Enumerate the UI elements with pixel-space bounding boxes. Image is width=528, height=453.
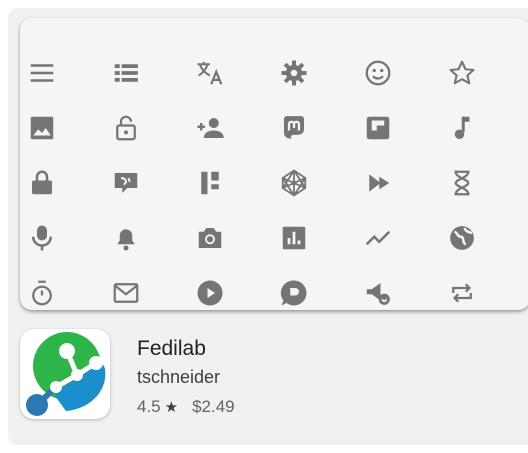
smiley-icon: [336, 45, 420, 100]
app-price: $2.49: [192, 397, 235, 416]
app-developer: tschneider: [137, 367, 221, 387]
app-rating: 4.5: [137, 397, 161, 416]
star-outline-icon: [420, 45, 504, 100]
megaphone-icon: [336, 265, 420, 310]
circle-icon: [504, 45, 528, 100]
bell-icon: [84, 210, 168, 265]
filter-icon: [504, 265, 528, 310]
chat-bubble-icon: [252, 265, 336, 310]
lock-icon: [20, 155, 84, 210]
flipboard-icon: [336, 100, 420, 155]
play-circle-icon: [168, 265, 252, 310]
pixelfed-icon: [168, 155, 252, 210]
app-name: Fedilab: [137, 337, 206, 360]
app-meta: 4.5 ★ $2.49: [137, 397, 235, 417]
volume-icon: [504, 155, 528, 210]
globe-icon: [420, 210, 504, 265]
image-icon: [20, 100, 84, 155]
timer-icon: [20, 265, 84, 310]
feature-banner[interactable]: [20, 18, 528, 310]
mastodon-icon: [252, 100, 336, 155]
fedilab-logo-icon[interactable]: [20, 329, 110, 419]
edge-icon: [504, 100, 528, 155]
bar-chart-icon: [252, 210, 336, 265]
quote-chat-icon: [84, 155, 168, 210]
add-person-icon: [168, 100, 252, 155]
app-card[interactable]: Fedilab tschneider 4.5 ★ $2.49: [8, 8, 528, 445]
menu-icon: [20, 45, 84, 100]
hourglass-icon: [420, 155, 504, 210]
list-icon: [84, 45, 168, 100]
lock-open-icon: [84, 100, 168, 155]
music-note-icon: [420, 100, 504, 155]
skip-forward-icon: [336, 155, 420, 210]
settings-icon: [252, 45, 336, 100]
icon-grid: [20, 45, 528, 310]
network-mesh-icon: [252, 155, 336, 210]
comment-icon: [504, 210, 528, 265]
mail-icon: [84, 265, 168, 310]
translate-icon: [168, 45, 252, 100]
trend-line-icon: [336, 210, 420, 265]
microphone-icon: [20, 210, 84, 265]
star-icon: ★: [164, 399, 179, 416]
repeat-icon: [420, 265, 504, 310]
app-listing[interactable]: Fedilab tschneider 4.5 ★ $2.49: [8, 320, 528, 430]
camera-icon: [168, 210, 252, 265]
